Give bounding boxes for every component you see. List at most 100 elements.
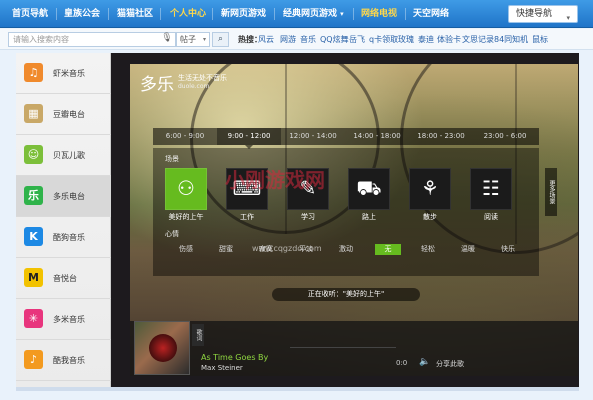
- hot-link[interactable]: 84同知机: [494, 29, 528, 50]
- song-artist: Max Steiner: [201, 364, 243, 372]
- scene-read[interactable]: ☷: [470, 168, 512, 210]
- scene-walk[interactable]: ⚘: [409, 168, 451, 210]
- top-navigation: 首页导航 皇族公会 猫猫社区 个人中心 新网页游戏 经典网页游戏 ▾ 网络电视 …: [0, 0, 593, 28]
- kugou-icon: K: [24, 227, 43, 246]
- music-sidebar: ♫ 虾米音乐 ▦ 豆瓣电台 ☺ 贝瓦儿歌 乐 多乐电台 K 酷狗音乐 M 音悦台…: [16, 53, 111, 387]
- nav-classic-games[interactable]: 经典网页游戏 ▾: [283, 0, 344, 28]
- sidebar-item-label: 酷狗音乐: [53, 233, 85, 242]
- sidebar-item-label: 多米音乐: [53, 315, 85, 324]
- sidebar-item-label: 多乐电台: [53, 192, 85, 201]
- play-time: 0:0: [396, 359, 408, 367]
- nav-community[interactable]: 猫猫社区: [117, 0, 153, 28]
- sidebar-item-label: 虾米音乐: [53, 69, 85, 78]
- radio-frame: ♫ 虾米音乐 ▦ 豆瓣电台 ☺ 贝瓦儿歌 乐 多乐电台 K 酷狗音乐 M 音悦台…: [16, 53, 579, 391]
- kuwo-icon: ♪: [24, 350, 43, 369]
- sidebar-item-kuwo[interactable]: ♪ 酷我音乐: [16, 340, 111, 381]
- hot-link[interactable]: q卡领取: [369, 29, 398, 50]
- scene-label: 工作: [240, 213, 254, 221]
- sidebar-item-label: 酷我音乐: [53, 356, 85, 365]
- yinyuetai-icon: M: [24, 268, 43, 287]
- quick-nav-dropdown[interactable]: 快捷导航 ▾: [508, 5, 578, 23]
- lyrics-button[interactable]: 歌词: [192, 324, 204, 346]
- scene-label: 散步: [423, 213, 437, 221]
- nav-guild[interactable]: 皇族公会: [64, 0, 100, 28]
- nav-tv[interactable]: 网络电视: [361, 0, 397, 28]
- search-button[interactable]: ⌕: [212, 32, 229, 47]
- hot-link[interactable]: QQ炫舞: [320, 29, 349, 50]
- microphone-icon[interactable]: 🎙: [161, 33, 173, 45]
- mood-option[interactable]: 快乐: [495, 244, 521, 255]
- search-scope-select[interactable]: 帖子 ▾: [176, 32, 210, 47]
- scene-label: 阅读: [484, 213, 498, 221]
- hot-link[interactable]: 音乐: [300, 29, 316, 50]
- duole-logo: 多乐: [140, 75, 174, 95]
- scene-heading: 场景: [165, 155, 179, 163]
- time-tab[interactable]: 14:00 - 18:00: [345, 128, 409, 145]
- share-button[interactable]: 分享此歌: [436, 359, 464, 369]
- mood-option[interactable]: 激动: [333, 244, 359, 255]
- hot-link[interactable]: 文思记录: [462, 29, 494, 50]
- sidebar-item-yinyuetai[interactable]: M 音悦台: [16, 258, 111, 299]
- time-tab[interactable]: 18:00 - 23:00: [409, 128, 473, 145]
- hot-link[interactable]: 鼠标: [532, 29, 548, 50]
- scene-morning[interactable]: ⚇: [165, 168, 207, 210]
- sidebar-item-beiwa[interactable]: ☺ 贝瓦儿歌: [16, 135, 111, 176]
- nav-new-games[interactable]: 新网页游戏: [221, 0, 266, 28]
- hot-link[interactable]: 体验卡: [437, 29, 461, 50]
- watermark-url: www.cqgzdo.com: [252, 244, 322, 253]
- sidebar-item-duomi[interactable]: ✳ 多米音乐: [16, 299, 111, 340]
- scene-label: 美好的上午: [168, 213, 204, 221]
- scene-commute[interactable]: ⛟: [348, 168, 390, 210]
- more-scenes-tab[interactable]: 更多场景: [545, 168, 557, 216]
- search-scope-value: 帖子: [180, 35, 196, 44]
- music-player: 歌词 As Time Goes By Max Steiner 0:0 🔈 分享此…: [130, 321, 578, 376]
- duole-icon: 乐: [24, 186, 43, 205]
- car-icon: ⛟: [356, 176, 382, 200]
- sidebar-item-douban[interactable]: ▦ 豆瓣电台: [16, 94, 111, 135]
- time-tab[interactable]: 6:00 - 9:00: [153, 128, 217, 145]
- logo-url: duole.com: [178, 83, 210, 90]
- hot-link[interactable]: 网游: [280, 29, 296, 50]
- volume-icon[interactable]: 🔈: [419, 357, 430, 367]
- sidebar-item-label: 贝瓦儿歌: [53, 151, 85, 160]
- search-input[interactable]: 请输入搜索内容: [8, 32, 176, 47]
- now-playing-status: 正在收听："美好的上午": [272, 288, 420, 301]
- sidebar-item-xiami[interactable]: ♫ 虾米音乐: [16, 53, 111, 94]
- mood-option[interactable]: 甜蜜: [213, 244, 239, 255]
- chevron-down-icon: ▾: [566, 14, 570, 22]
- nav-sky[interactable]: 天空网络: [413, 0, 449, 28]
- mood-option[interactable]: 温暖: [455, 244, 481, 255]
- read-icon: ☷: [482, 176, 500, 200]
- mood-option[interactable]: 伤感: [173, 244, 199, 255]
- progress-bar[interactable]: [290, 347, 396, 348]
- logo-slogan: 生活无处不音乐: [178, 74, 227, 82]
- time-tab[interactable]: 12:00 - 14:00: [281, 128, 345, 145]
- nav-personal[interactable]: 个人中心: [170, 0, 206, 28]
- hot-link[interactable]: 泰迪: [418, 29, 434, 50]
- quick-nav-label: 快捷导航: [516, 9, 553, 19]
- people-icon: ⚇: [177, 176, 195, 200]
- radio-stage: 多乐 生活无处不音乐 duole.com 6:00 - 9:00 9:00 - …: [130, 64, 578, 376]
- time-tab[interactable]: 23:00 - 6:00: [473, 128, 537, 145]
- xiami-icon: ♫: [24, 63, 43, 82]
- sidebar-item-label: 豆瓣电台: [53, 110, 85, 119]
- watermark: 小刚游戏网: [225, 168, 325, 192]
- nav-home[interactable]: 首页导航: [12, 0, 48, 28]
- chevron-down-icon: ▾: [202, 36, 206, 43]
- sidebar-item-kugou[interactable]: K 酷狗音乐: [16, 217, 111, 258]
- nav-classic-games-label: 经典网页游戏: [283, 9, 338, 19]
- hot-link[interactable]: 玫瑰: [398, 29, 414, 50]
- song-title: As Time Goes By: [201, 353, 269, 362]
- hot-link[interactable]: 岳飞: [349, 29, 365, 50]
- walk-icon: ⚘: [421, 176, 439, 200]
- beiwa-icon: ☺: [24, 145, 43, 164]
- hot-link[interactable]: 风云: [258, 29, 274, 50]
- scene-label: 学习: [301, 213, 315, 221]
- sidebar-item-label: 音悦台: [53, 274, 77, 283]
- mood-option[interactable]: 无: [375, 244, 401, 255]
- search-icon: ⌕: [217, 34, 224, 44]
- time-tab[interactable]: 9:00 - 12:00: [217, 128, 281, 149]
- time-tabs: 6:00 - 9:00 9:00 - 12:00 12:00 - 14:00 1…: [153, 128, 539, 149]
- mood-option[interactable]: 轻松: [415, 244, 441, 255]
- sidebar-item-duole[interactable]: 乐 多乐电台: [16, 176, 111, 217]
